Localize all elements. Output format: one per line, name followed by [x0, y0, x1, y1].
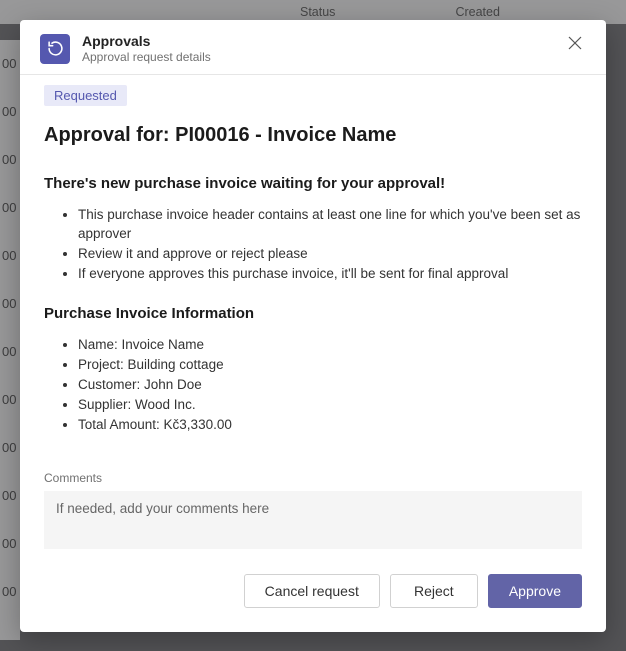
- close-icon: [568, 36, 582, 50]
- comments-label: Comments: [44, 471, 582, 485]
- modal-header-text: Approvals Approval request details: [82, 34, 552, 64]
- list-item: Customer: John Doe: [78, 376, 582, 395]
- cancel-request-button[interactable]: Cancel request: [244, 574, 380, 608]
- list-item: Review it and approve or reject please: [78, 245, 582, 264]
- list-item: If everyone approves this purchase invoi…: [78, 265, 582, 284]
- modal-overlay: Approvals Approval request details Reque…: [0, 0, 626, 651]
- modal-body[interactable]: Requested Approval for: PI00016 - Invoic…: [20, 75, 606, 461]
- close-button[interactable]: [564, 32, 586, 57]
- intro-list: This purchase invoice header contains at…: [44, 206, 582, 284]
- list-item: Total Amount: Kč3,330.00: [78, 416, 582, 435]
- comments-section: Comments: [20, 461, 606, 552]
- modal-header: Approvals Approval request details: [20, 20, 606, 75]
- info-heading: Purchase Invoice Information: [44, 305, 582, 322]
- list-item: Project: Building cottage: [78, 356, 582, 375]
- list-item: Name: Invoice Name: [78, 336, 582, 355]
- approval-title: Approval for: PI00016 - Invoice Name: [44, 124, 582, 147]
- modal-subtitle: Approval request details: [82, 50, 552, 64]
- approvals-app-icon: [40, 34, 70, 64]
- modal-footer: Cancel request Reject Approve: [20, 552, 606, 632]
- approve-button[interactable]: Approve: [488, 574, 582, 608]
- modal-title: Approvals: [82, 34, 552, 49]
- reject-button[interactable]: Reject: [390, 574, 478, 608]
- comments-input[interactable]: [44, 491, 582, 549]
- approval-modal: Approvals Approval request details Reque…: [20, 20, 606, 632]
- list-item: Supplier: Wood Inc.: [78, 396, 582, 415]
- status-badge: Requested: [44, 85, 127, 106]
- list-item: This purchase invoice header contains at…: [78, 206, 582, 244]
- info-list: Name: Invoice Name Project: Building cot…: [44, 336, 582, 434]
- intro-heading: There's new purchase invoice waiting for…: [44, 175, 582, 192]
